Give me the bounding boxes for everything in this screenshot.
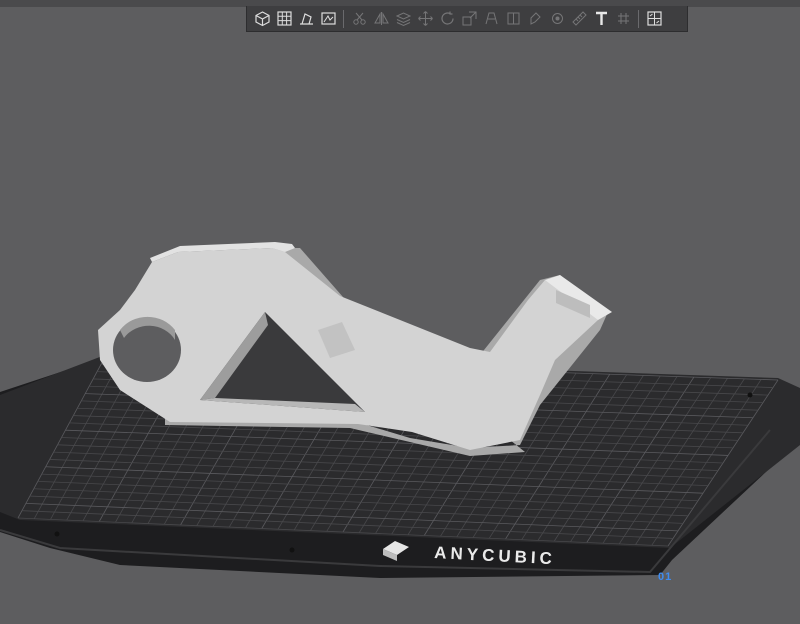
- plate-screw: [54, 531, 60, 537]
- plate-number-label: 01: [658, 571, 672, 583]
- plate-screw: [747, 392, 753, 398]
- plate-screw: [289, 547, 295, 553]
- 3d-scene[interactable]: ANYCUBIC 01: [0, 0, 800, 624]
